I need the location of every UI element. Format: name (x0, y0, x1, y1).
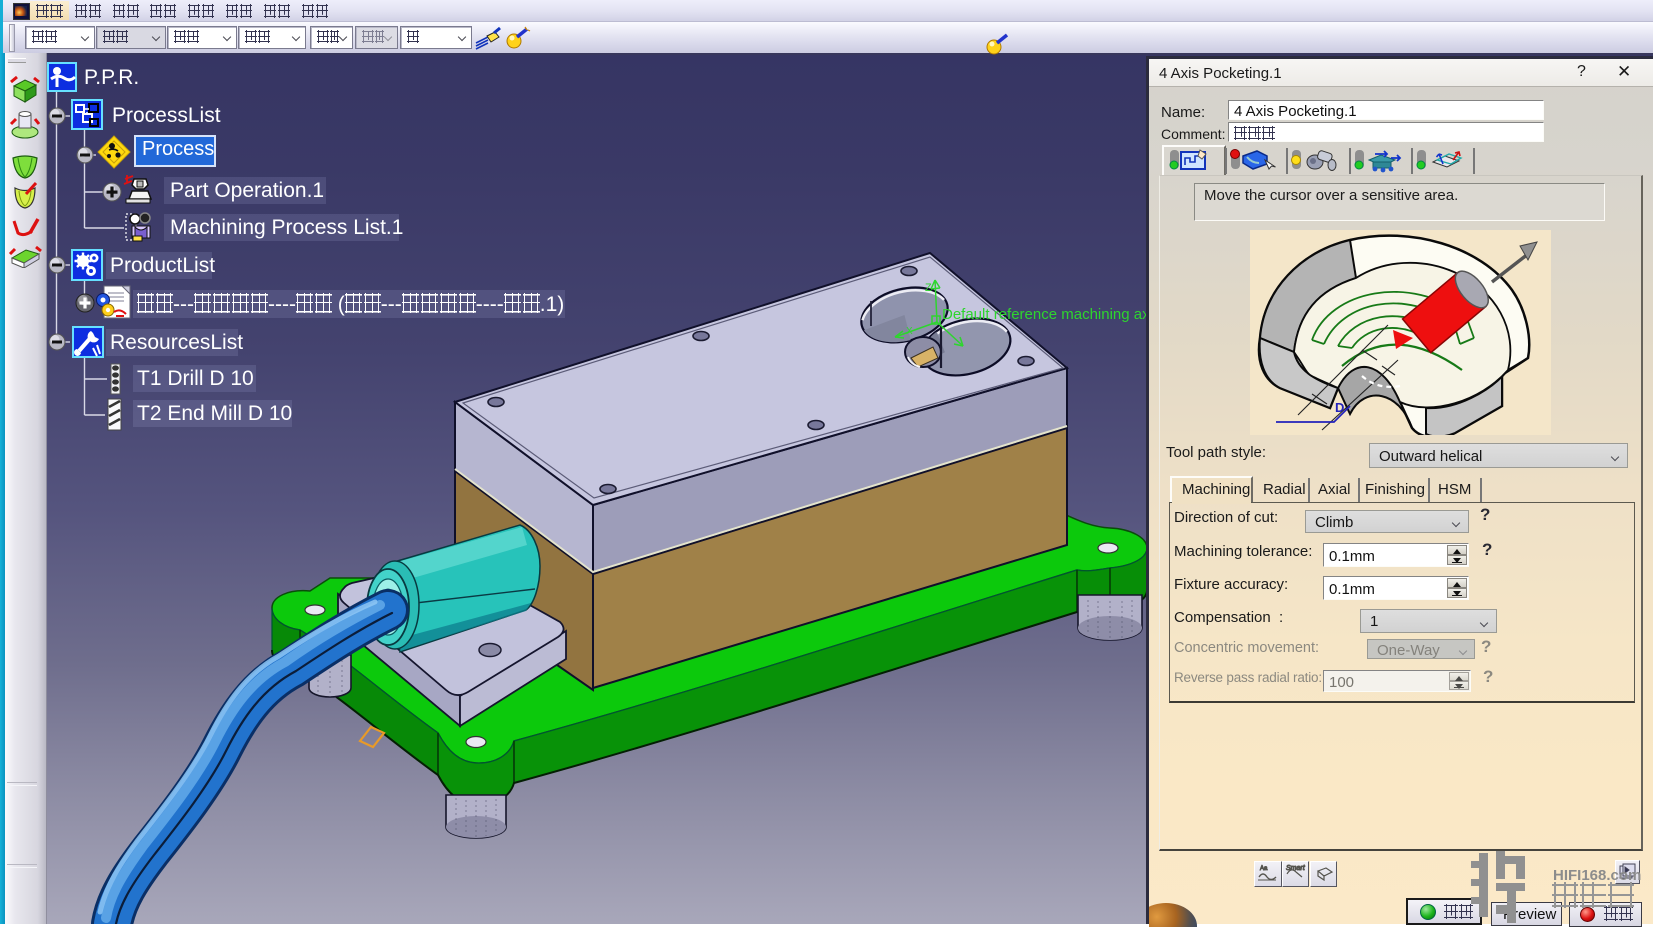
svg-text:Z: Z (925, 282, 932, 294)
svg-text:Aa: Aa (1260, 866, 1268, 872)
svg-text:D: D (1335, 400, 1344, 415)
svg-text:Default reference machining ax: Default reference machining axis (942, 306, 1146, 323)
svg-text:X: X (906, 326, 913, 337)
svg-text:Smart: Smart (1286, 865, 1306, 872)
